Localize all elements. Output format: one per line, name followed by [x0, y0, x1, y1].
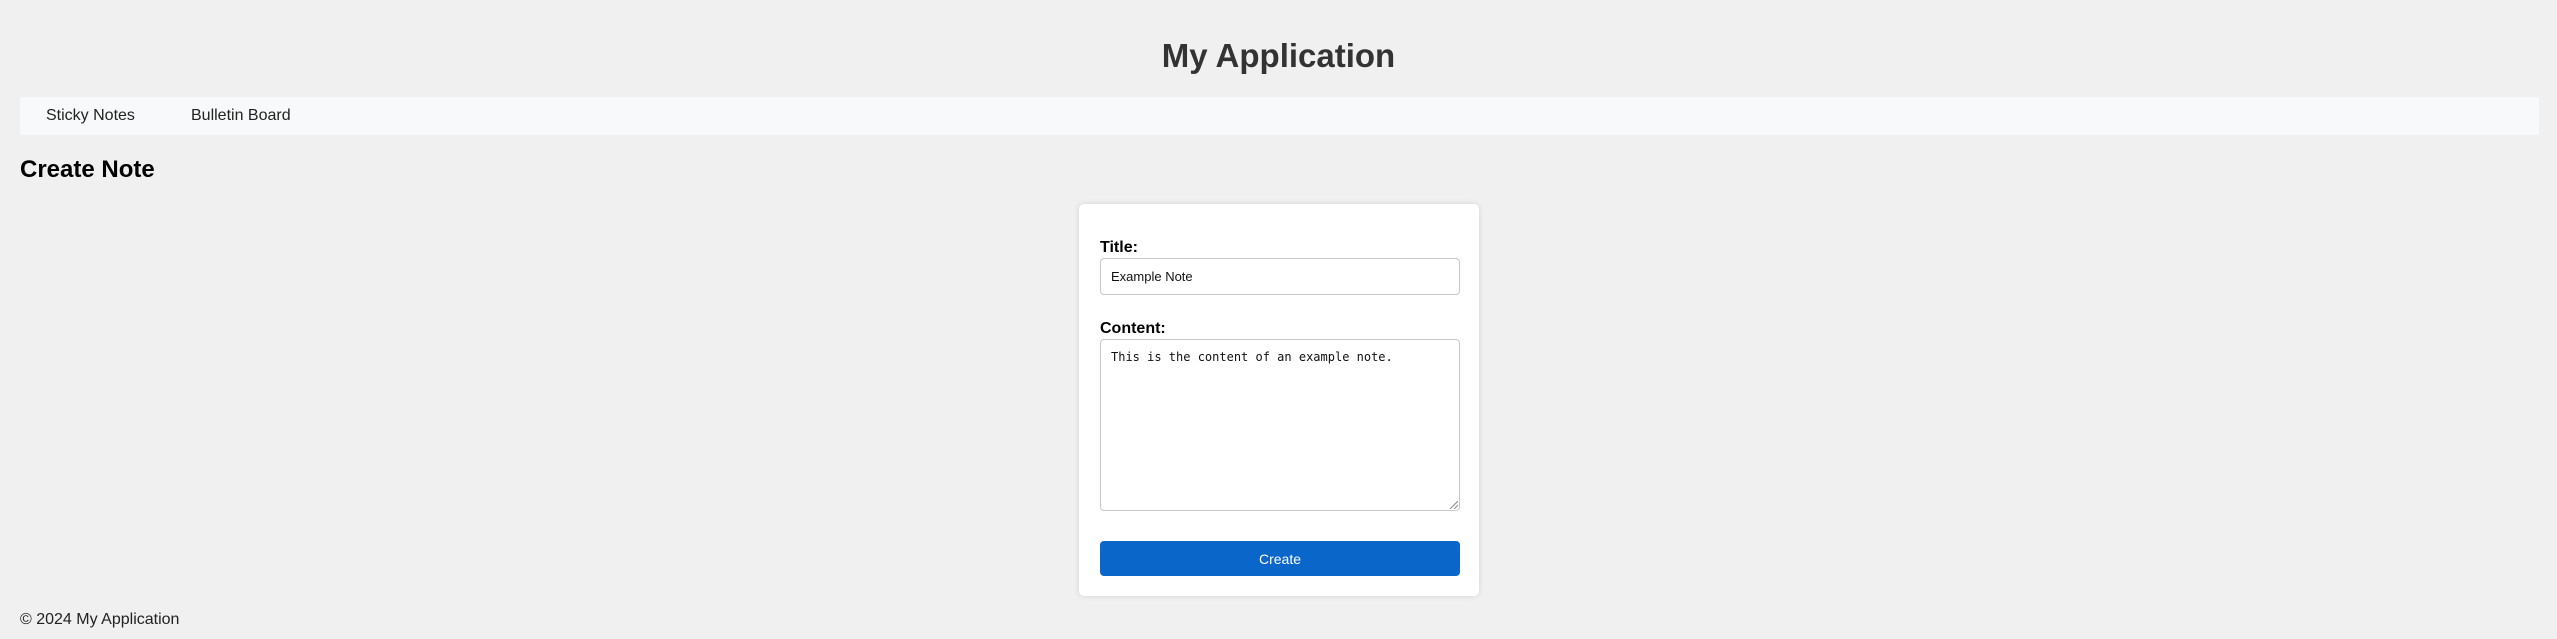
- app-title: My Application: [1161, 37, 1396, 74]
- create-note-form: Title: Content: This is the content of a…: [1079, 204, 1479, 596]
- footer-copyright: © 2024 My Application: [20, 611, 180, 628]
- page-heading: Create Note: [20, 156, 155, 183]
- nav-link-bulletin-board[interactable]: Bulletin Board: [191, 97, 291, 135]
- title-label: Title:: [1100, 239, 1138, 256]
- create-button[interactable]: Create: [1100, 541, 1460, 576]
- title-input[interactable]: [1100, 258, 1460, 295]
- nav-link-sticky-notes[interactable]: Sticky Notes: [46, 97, 135, 135]
- navbar: Sticky Notes Bulletin Board: [20, 97, 2539, 135]
- page: My Application Sticky Notes Bulletin Boa…: [0, 0, 2557, 639]
- content-textarea[interactable]: This is the content of an example note.: [1100, 339, 1460, 511]
- content-label: Content:: [1100, 320, 1166, 337]
